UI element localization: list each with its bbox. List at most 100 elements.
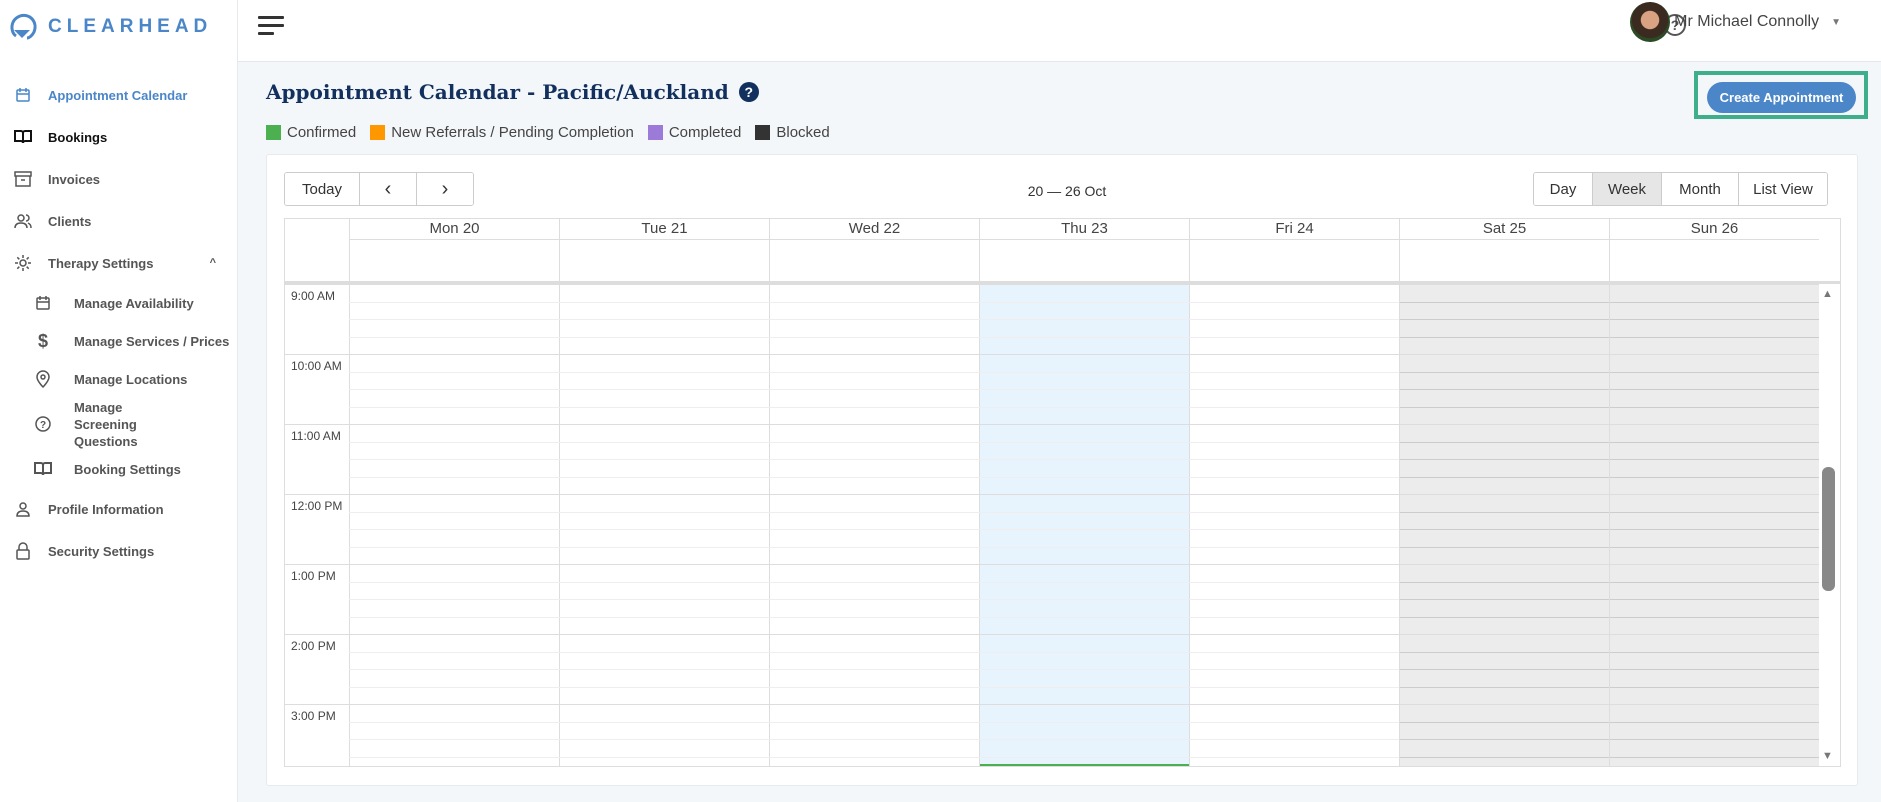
hour-line: [285, 704, 1819, 705]
slot-line: [349, 336, 1399, 338]
sidebar-item-manage-screening-questions[interactable]: ? Manage Screening Questions: [0, 398, 238, 450]
create-appointment-button[interactable]: Create Appointment: [1707, 82, 1856, 113]
day-header[interactable]: Sun 26: [1609, 219, 1819, 240]
legend-item: Blocked: [755, 124, 830, 141]
next-button[interactable]: ›: [416, 173, 473, 205]
blocked-slot-line: [1400, 389, 1609, 390]
blocked-slot-line: [1400, 319, 1609, 320]
day-column[interactable]: [1609, 284, 1819, 766]
day-column[interactable]: [1189, 284, 1399, 766]
blocked-slot-line: [1400, 441, 1609, 443]
time-label: 12:00 PM: [291, 499, 343, 513]
today-button[interactable]: Today: [285, 173, 359, 205]
menu-toggle-icon[interactable]: [258, 16, 284, 40]
all-day-cell[interactable]: [1189, 240, 1399, 281]
sidebar-item-manage-services-prices[interactable]: $ Manage Services / Prices: [0, 322, 238, 360]
blocked-slot-line: [1610, 616, 1819, 618]
nav-button-group: Today ‹ ›: [284, 172, 474, 206]
day-column[interactable]: [349, 284, 559, 766]
day-header[interactable]: Fri 24: [1189, 219, 1399, 240]
legend-label: Completed: [668, 124, 742, 141]
sidebar-item-appointment-calendar[interactable]: Appointment Calendar: [0, 74, 238, 116]
day-column[interactable]: [979, 284, 1189, 766]
slot-line: [349, 599, 1399, 600]
sidebar-item-bookings[interactable]: Bookings: [0, 116, 238, 158]
slot-line: [349, 476, 1399, 478]
all-day-cell[interactable]: [349, 240, 559, 281]
location-icon: [32, 370, 54, 388]
sidebar-item-manage-availability[interactable]: Manage Availability: [0, 284, 238, 322]
blocked-slot-line: [1400, 301, 1609, 303]
slot-line: [349, 441, 1399, 443]
sidebar-item-label: Manage Services / Prices: [74, 333, 230, 349]
sidebar-item-booking-settings[interactable]: Booking Settings: [0, 450, 238, 488]
book-icon: [32, 460, 54, 478]
time-label: 1:00 PM: [291, 569, 336, 583]
slot-line: [349, 406, 1399, 408]
time-label: 2:00 PM: [291, 639, 336, 653]
day-header[interactable]: Wed 22: [769, 219, 979, 240]
legend-swatch: [755, 125, 771, 140]
sidebar-item-clients[interactable]: Clients: [0, 200, 238, 242]
all-day-cell[interactable]: [559, 240, 769, 281]
user-menu[interactable]: Mr Michael Connolly ▼: [1630, 2, 1841, 42]
scroll-up-icon[interactable]: ▲: [1822, 288, 1833, 300]
blocked-slot-line: [1610, 441, 1819, 443]
sidebar-item-security-settings[interactable]: Security Settings: [0, 530, 238, 572]
logo[interactable]: CLEARHEAD: [8, 12, 212, 42]
blocked-slot-line: [1610, 581, 1819, 583]
blocked-slot-line: [1610, 721, 1819, 723]
user-icon: [12, 500, 34, 518]
blocked-slot-line: [1400, 756, 1609, 758]
blocked-slot-line: [1400, 476, 1609, 478]
sidebar-item-manage-locations[interactable]: Manage Locations: [0, 360, 238, 398]
slot-line: [349, 319, 1399, 320]
page-title-text: Appointment Calendar - Pacific/Auckland: [266, 80, 729, 104]
blocked-slot-line: [1400, 581, 1609, 583]
blocked-slot-line: [1400, 616, 1609, 618]
slot-line: [349, 669, 1399, 670]
gear-icon: [12, 254, 34, 272]
top-header: ? Mr Michael Connolly ▼: [238, 0, 1881, 62]
scroll-down-icon[interactable]: ▼: [1822, 750, 1833, 762]
view-list-view-button[interactable]: List View: [1738, 173, 1827, 205]
scrollbar-thumb[interactable]: [1822, 467, 1835, 591]
blocked-slot-line: [1610, 599, 1819, 600]
scrollbar[interactable]: ▲ ▼: [1818, 284, 1840, 766]
day-column[interactable]: [1399, 284, 1609, 766]
hour-line: [285, 564, 1819, 565]
blocked-slot-line: [1610, 669, 1819, 670]
time-label: 10:00 AM: [291, 359, 342, 373]
chevron-up-icon[interactable]: ^: [210, 257, 216, 269]
question-circle-icon[interactable]: ?: [738, 82, 759, 102]
legend-label: New Referrals / Pending Completion: [391, 124, 634, 141]
all-day-cell[interactable]: [1609, 240, 1819, 281]
all-day-cell[interactable]: [979, 240, 1189, 281]
all-day-cell[interactable]: [769, 240, 979, 281]
lock-icon: [12, 542, 34, 560]
sidebar-item-therapy-settings[interactable]: Therapy Settings ^: [0, 242, 238, 284]
view-switcher: Day Week Month List View: [1533, 172, 1828, 206]
sidebar-item-label: Manage Screening Questions: [74, 399, 138, 449]
user-name: Mr Michael Connolly: [1674, 13, 1820, 30]
blocked-slot-line: [1400, 459, 1609, 460]
day-header[interactable]: Sat 25: [1399, 219, 1609, 240]
blocked-slot-line: [1400, 406, 1609, 408]
day-header[interactable]: Tue 21: [559, 219, 769, 240]
legend-swatch: [647, 125, 663, 140]
view-month-button[interactable]: Month: [1661, 173, 1738, 205]
day-header[interactable]: Thu 23: [979, 219, 1189, 240]
day-column[interactable]: [769, 284, 979, 766]
blocked-slot-line: [1400, 721, 1609, 723]
day-column[interactable]: [559, 284, 769, 766]
day-header[interactable]: Mon 20: [349, 219, 559, 240]
all-day-cell[interactable]: [1399, 240, 1609, 281]
sidebar-item-invoices[interactable]: Invoices: [0, 158, 238, 200]
slot-line: [349, 616, 1399, 618]
view-week-button[interactable]: Week: [1592, 173, 1661, 205]
sidebar-item-profile-information[interactable]: Profile Information: [0, 488, 238, 530]
view-day-button[interactable]: Day: [1534, 173, 1592, 205]
sidebar-item-label: Manage Locations: [74, 371, 188, 387]
prev-button[interactable]: ‹: [359, 173, 416, 205]
blocked-slot-line: [1610, 686, 1819, 688]
